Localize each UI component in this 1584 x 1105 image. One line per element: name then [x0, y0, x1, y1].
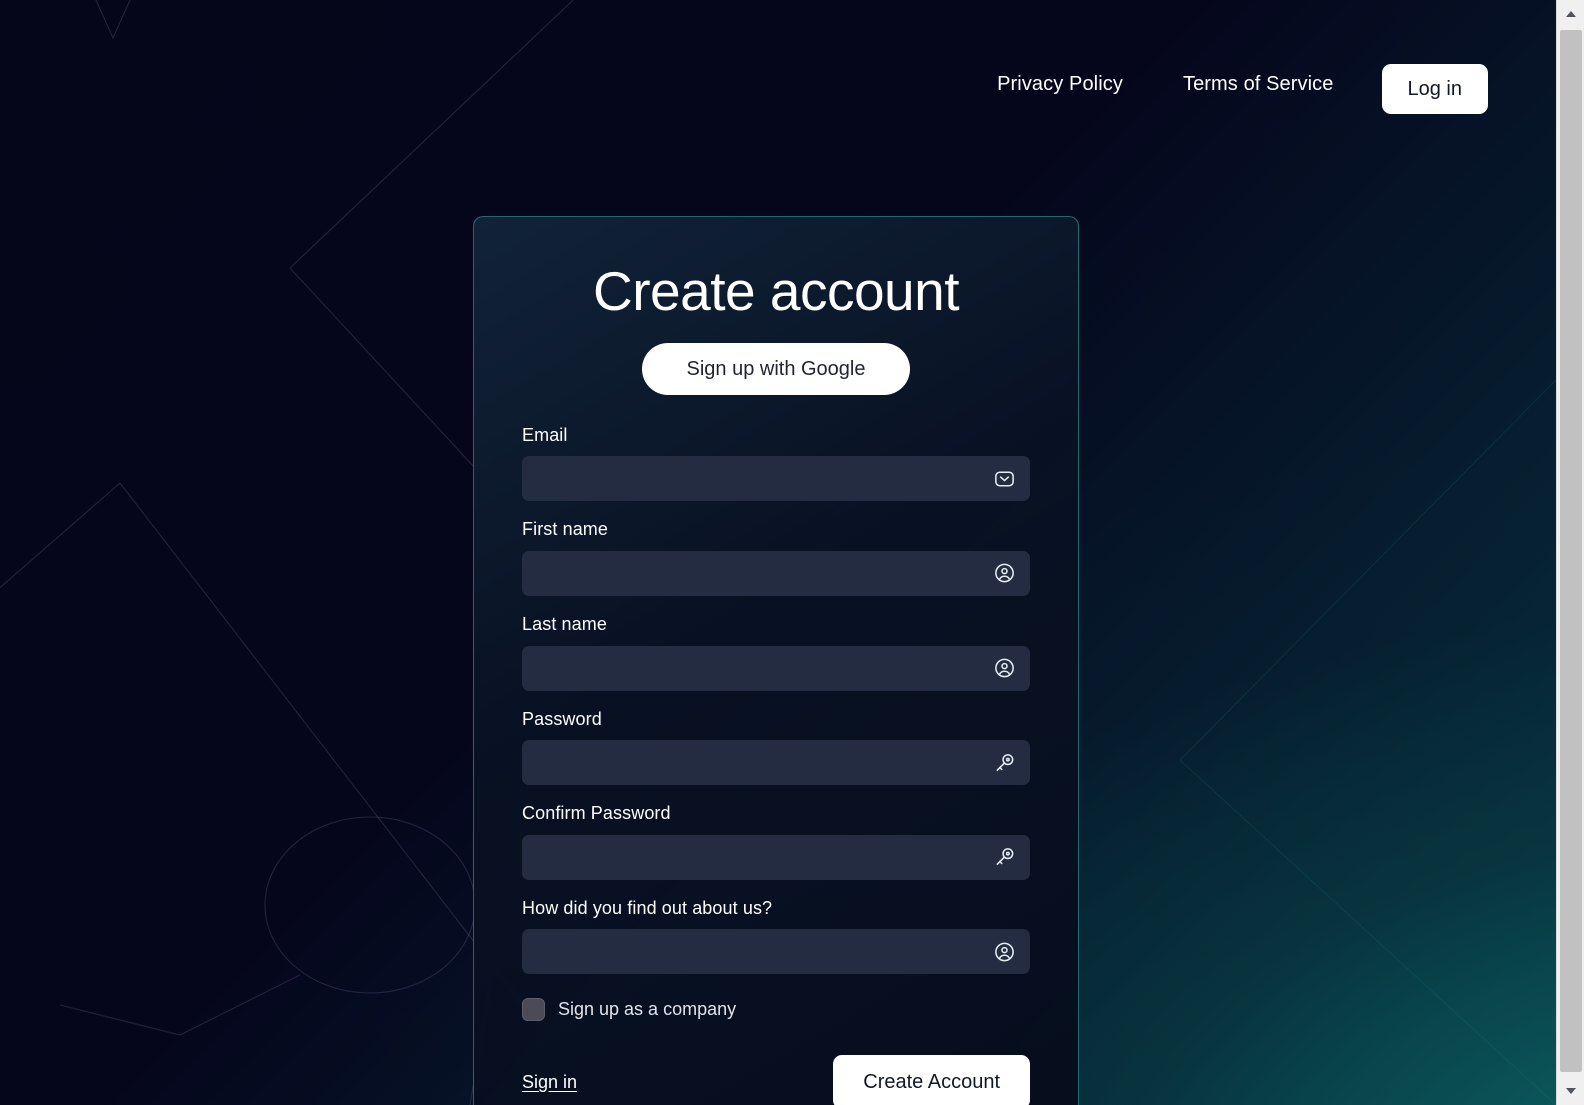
page-viewport: Privacy Policy Terms of Service Log in C…	[0, 0, 1556, 1105]
field-email: Email	[522, 425, 1030, 502]
nav-link-privacy-policy[interactable]: Privacy Policy	[997, 64, 1123, 104]
create-account-button[interactable]: Create Account	[833, 1055, 1030, 1105]
password-input[interactable]	[522, 740, 1030, 786]
field-first-name: First name	[522, 519, 1030, 596]
first-name-input[interactable]	[522, 550, 1030, 596]
google-signup-row: Sign up with Google	[522, 342, 1030, 395]
input-wrap-last-name	[522, 645, 1030, 691]
field-confirm-password: Confirm Password	[522, 803, 1030, 880]
vertical-scrollbar[interactable]	[1556, 0, 1584, 1105]
signup-as-company-label[interactable]: Sign up as a company	[558, 999, 736, 1021]
input-wrap-email	[522, 456, 1030, 502]
sign-in-link[interactable]: Sign in	[522, 1072, 577, 1093]
confirm-password-input[interactable]	[522, 834, 1030, 880]
top-navigation: Privacy Policy Terms of Service Log in	[0, 0, 1556, 175]
field-last-name: Last name	[522, 614, 1030, 691]
signup-as-company-checkbox[interactable]	[522, 998, 545, 1022]
create-account-card: Create account Sign up with Google Email…	[473, 216, 1079, 1105]
last-name-input[interactable]	[522, 645, 1030, 691]
field-label-password: Password	[522, 708, 602, 729]
signup-as-company-row[interactable]: Sign up as a company	[522, 998, 1030, 1022]
input-wrap-confirm-password	[522, 834, 1030, 880]
nav-link-terms-of-service[interactable]: Terms of Service	[1183, 64, 1334, 104]
card-actions: Sign in Create Account	[522, 1055, 1030, 1105]
field-referral-source: How did you find out about us?	[522, 898, 1030, 975]
sign-up-with-google-button[interactable]: Sign up with Google	[642, 342, 910, 395]
field-label-confirm-password: Confirm Password	[522, 803, 671, 824]
field-label-email: Email	[522, 424, 568, 445]
field-label-referral-source: How did you find out about us?	[522, 897, 773, 918]
field-label-first-name: First name	[522, 519, 609, 540]
input-wrap-first-name	[522, 550, 1030, 596]
scroll-up-arrow-icon[interactable]	[1557, 0, 1584, 28]
referral-source-input[interactable]	[522, 929, 1030, 975]
field-label-last-name: Last name	[522, 613, 607, 634]
input-wrap-password	[522, 740, 1030, 786]
email-input[interactable]	[522, 456, 1030, 502]
login-button[interactable]: Log in	[1381, 64, 1488, 114]
input-wrap-referral-source	[522, 929, 1030, 975]
field-password: Password	[522, 709, 1030, 786]
page-title: Create account	[593, 260, 960, 322]
scrollbar-thumb[interactable]	[1560, 30, 1582, 1072]
scroll-down-arrow-icon[interactable]	[1557, 1077, 1584, 1105]
